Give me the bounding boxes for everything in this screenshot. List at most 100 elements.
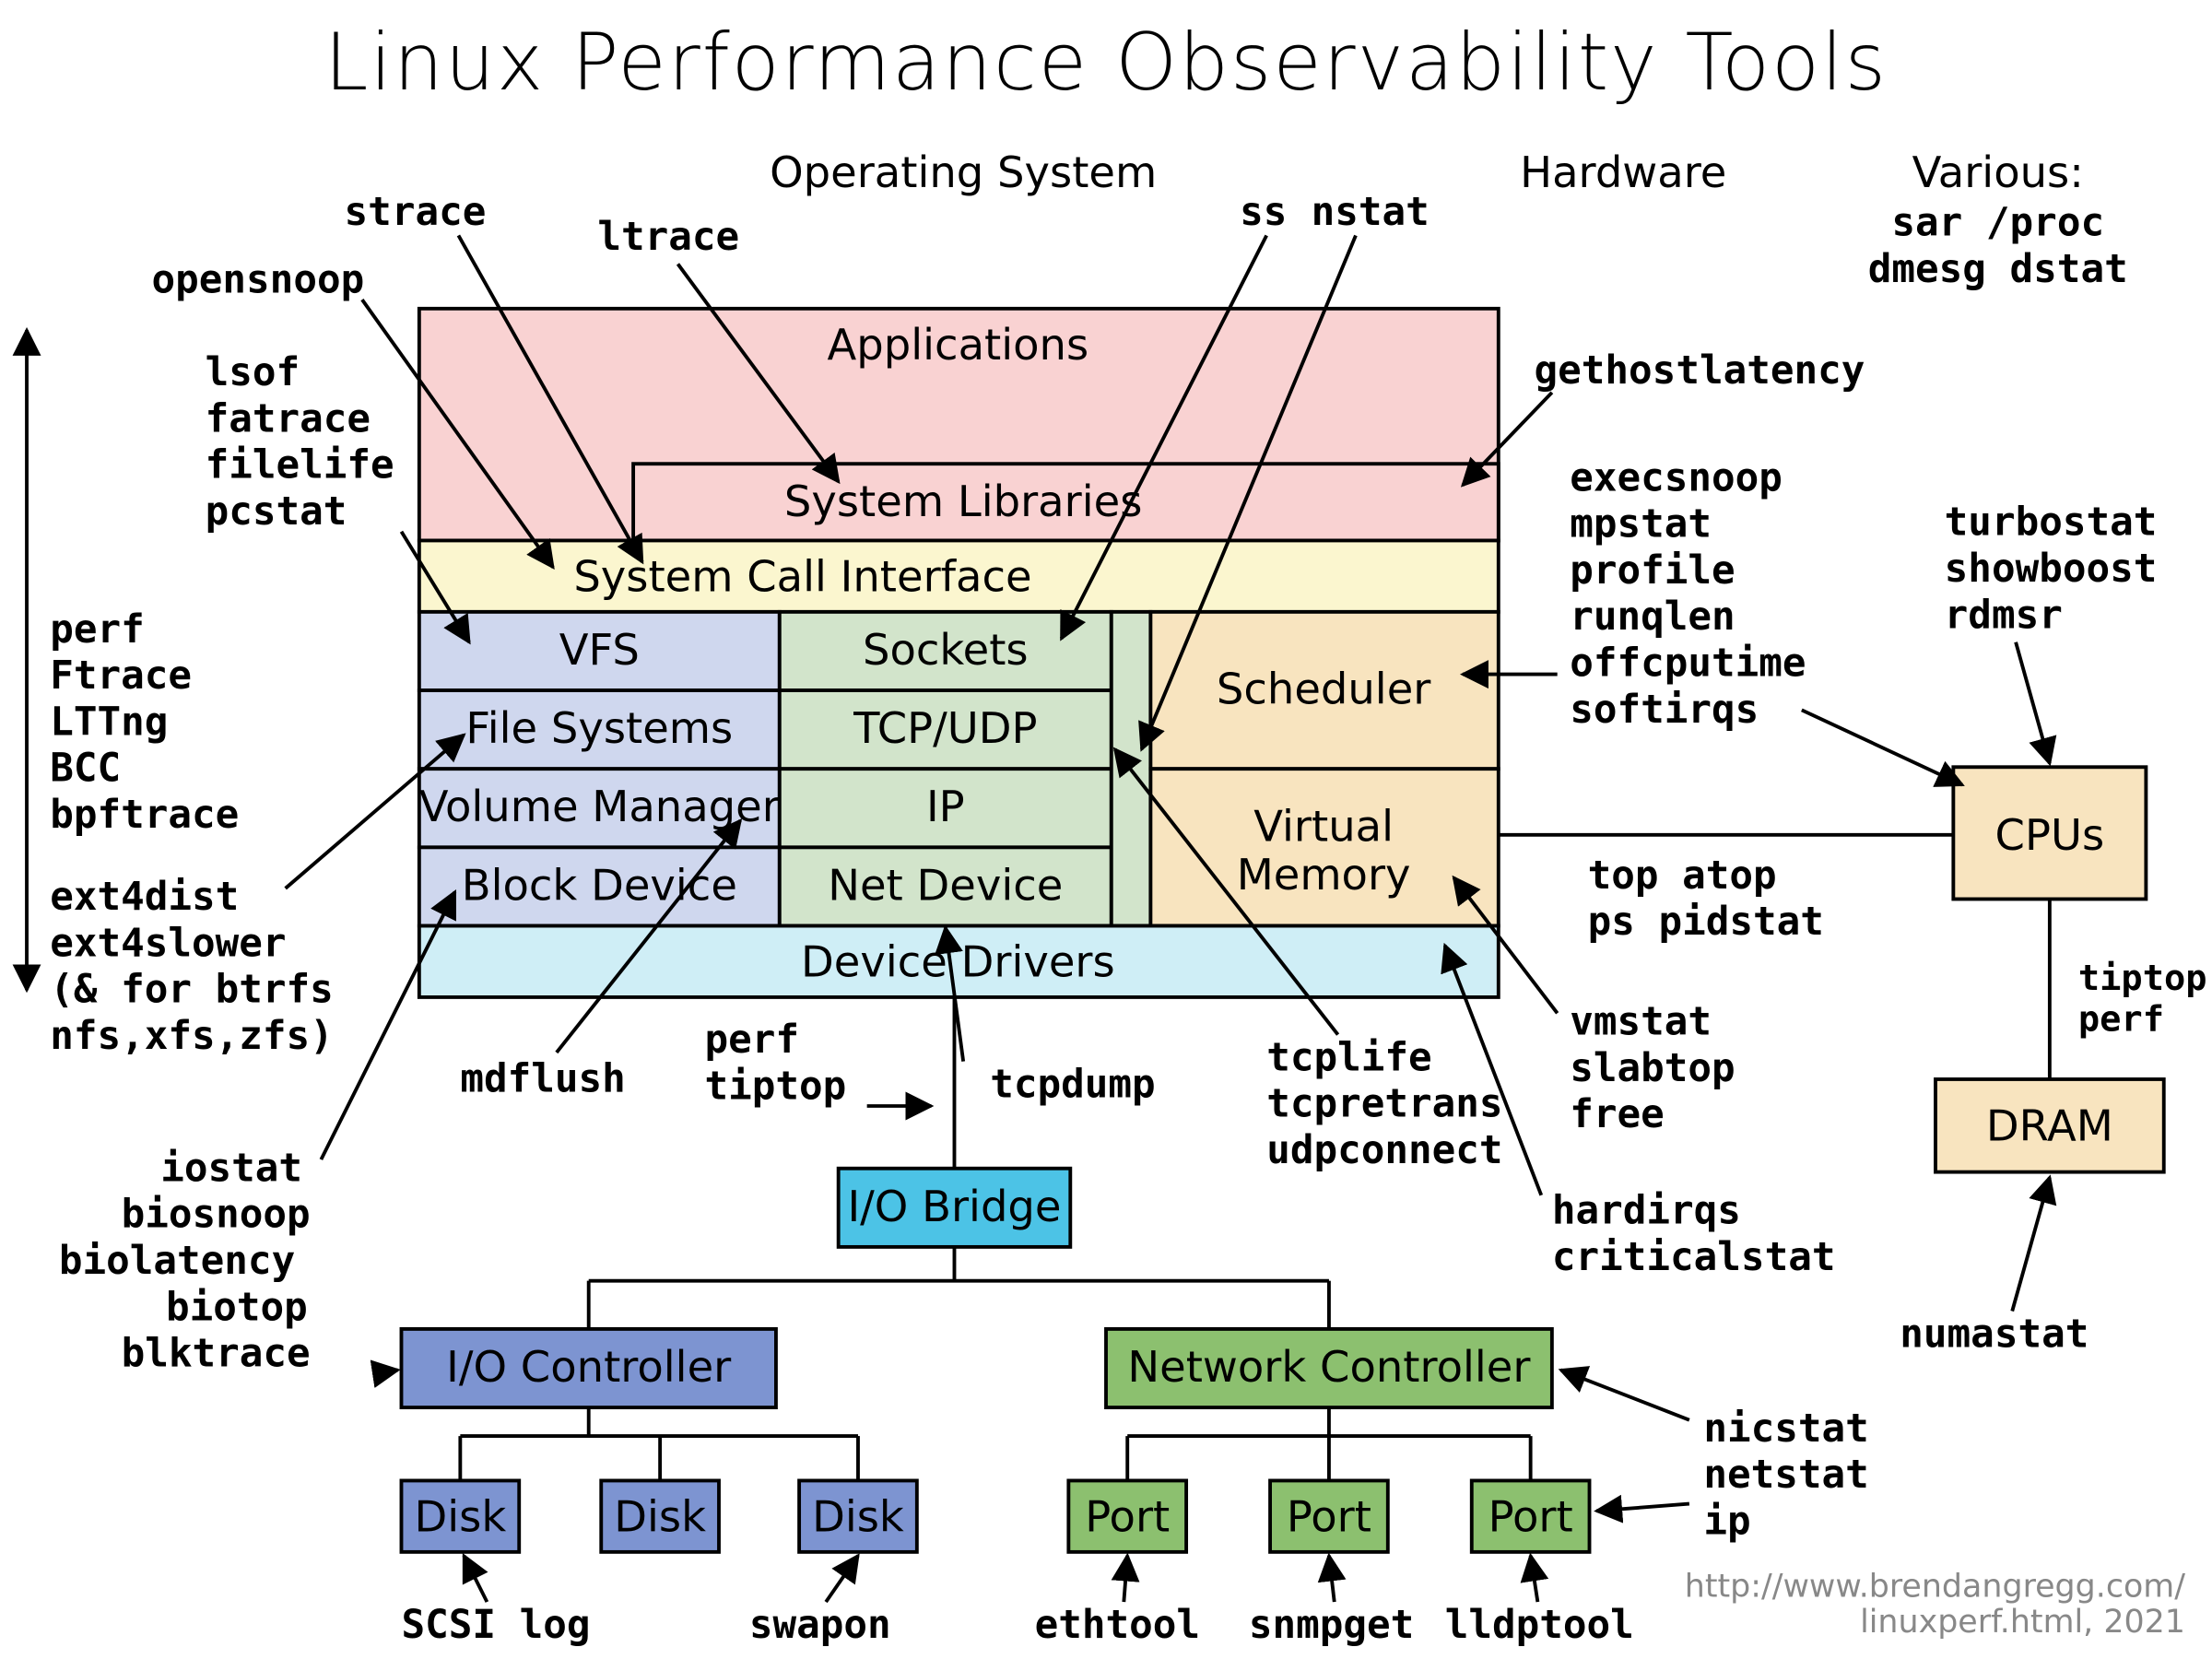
pcstat-label: pcstat — [206, 488, 347, 535]
execsnoop-label: execsnoop — [1570, 454, 1783, 500]
cpus-label: CPUs — [1995, 810, 2105, 860]
sched-to-cpus-arrow — [1802, 710, 1962, 784]
lsof-label: lsof — [206, 349, 300, 395]
netctrl-label: Network Controller — [1127, 1342, 1531, 1392]
port2-label: Port — [1287, 1492, 1371, 1542]
lldptool-label: lldptool — [1445, 1602, 1634, 1648]
ioctrl-label: I/O Controller — [446, 1342, 732, 1392]
footer-line1: http://www.brendangregg.com/ — [1685, 1568, 2185, 1605]
syslibs-label: System Libraries — [784, 477, 1142, 526]
various-line2: dmesg dstat — [1868, 246, 2128, 292]
slabtop-label: slabtop — [1570, 1045, 1735, 1091]
ps-pidstat-label: ps pidstat — [1588, 899, 1824, 945]
io-ctrl-arrow — [374, 1370, 397, 1373]
lttng-label: LTTng — [50, 699, 168, 745]
tcpretrans-label: tcpretrans — [1266, 1081, 1502, 1127]
filelife-label: filelife — [206, 442, 394, 488]
mdflush-label: mdflush — [460, 1056, 625, 1102]
ext4dist-label: ext4dist — [50, 874, 239, 920]
disk3-label: Disk — [812, 1492, 904, 1542]
scheduler-label: Scheduler — [1217, 664, 1431, 713]
blktrace-label: blktrace — [122, 1331, 311, 1377]
sockets-label: Sockets — [863, 625, 1029, 675]
top-atop-label: top atop — [1588, 853, 1777, 899]
runqlen-label: runqlen — [1570, 594, 1735, 640]
snmpget-arrow — [1329, 1556, 1335, 1602]
turbostat-arrow — [2016, 642, 2050, 764]
criticalstat-label: criticalstat — [1552, 1234, 1836, 1280]
netdev-label: Net Device — [828, 860, 1063, 910]
mpstat-label: mpstat — [1570, 501, 1712, 547]
vmem-label2: Memory — [1237, 850, 1411, 900]
ftrace-label: Ftrace — [50, 653, 192, 699]
ss-label: ss — [1240, 189, 1287, 235]
ext4slower-label: ext4slower — [50, 920, 286, 966]
udpconnect-label: udpconnect — [1266, 1127, 1502, 1173]
various-header: Various: — [1912, 147, 2084, 197]
nstat-label: nstat — [1312, 189, 1430, 235]
applications-label: Applications — [828, 320, 1089, 370]
os-header: Operating System — [770, 147, 1157, 197]
swapon-arrow — [826, 1556, 858, 1602]
offcputime-label: offcputime — [1570, 641, 1806, 687]
scsilog-arrow — [464, 1556, 487, 1602]
linux-perf-diagram: Linux Performance Observability Tools Op… — [0, 0, 2212, 1659]
blockdev-label: Block Device — [462, 860, 737, 910]
perf-label: perf — [50, 606, 145, 653]
nicstat-label: nicstat — [1703, 1406, 1868, 1452]
ext4note1-label: (& for btrfs — [50, 967, 334, 1013]
numastat-label: numastat — [1900, 1311, 2088, 1357]
netstat-label: netstat — [1703, 1452, 1868, 1498]
tiptop3-label: tiptop — [2078, 958, 2207, 999]
bpftrace-label: bpftrace — [50, 792, 239, 838]
hardirqs-label: hardirqs — [1552, 1188, 1741, 1234]
footer-line2: linuxperf.html, 2021 — [1860, 1604, 2185, 1641]
iobridge-label: I/O Bridge — [847, 1182, 1061, 1231]
numastat-arrow — [2012, 1177, 2050, 1311]
port1-label: Port — [1085, 1492, 1170, 1542]
free-label: free — [1570, 1091, 1665, 1137]
dram-label: DRAM — [1986, 1101, 2113, 1151]
disk2-label: Disk — [614, 1492, 706, 1542]
profile-label: profile — [1570, 547, 1735, 594]
ethtool-label: ethtool — [1035, 1602, 1200, 1648]
fs-label: File Systems — [465, 703, 733, 753]
biolatency-label: biolatency — [59, 1238, 295, 1284]
biosnoop-label: biosnoop — [122, 1192, 311, 1238]
rdmsr-label: rdmsr — [1945, 592, 2063, 638]
gethostlatency-label: gethostlatency — [1535, 347, 1865, 394]
turbostat-label: turbostat — [1945, 500, 2158, 546]
drivers-label: Device Drivers — [801, 937, 1115, 987]
showboost-label: showboost — [1945, 546, 2158, 592]
snmpget-label: snmpget — [1249, 1602, 1414, 1648]
iptool-label: ip — [1703, 1499, 1750, 1545]
various-line1: sar /proc — [1891, 199, 2104, 245]
ltrace-label: ltrace — [597, 214, 739, 260]
scsilog-label: SCSI log — [401, 1602, 590, 1648]
opensnoop-label: opensnoop — [152, 256, 365, 302]
disk1-label: Disk — [414, 1492, 506, 1542]
tcpdump-label: tcpdump — [990, 1061, 1155, 1107]
io-group-arrow — [321, 892, 454, 1159]
tiptop2-label: tiptop — [705, 1063, 847, 1109]
swapon-label: swapon — [749, 1602, 891, 1648]
perf2-label: perf — [705, 1017, 800, 1063]
hw-header: Hardware — [1520, 147, 1726, 197]
vfs-label: VFS — [559, 625, 640, 675]
nic-arrow2 — [1596, 1504, 1689, 1512]
port3-label: Port — [1488, 1492, 1573, 1542]
page-title: Linux Performance Observability Tools — [324, 18, 1888, 109]
ip-label: IP — [926, 782, 965, 831]
ethtool-arrow — [1124, 1556, 1127, 1602]
biotop-label: biotop — [166, 1284, 308, 1330]
strace-label: strace — [345, 189, 487, 235]
perf3-label: perf — [2078, 999, 2164, 1041]
fatrace-label: fatrace — [206, 395, 371, 441]
vmstat-label: vmstat — [1570, 999, 1712, 1045]
lldptool-arrow — [1531, 1556, 1538, 1602]
tcplife-label: tcplife — [1266, 1034, 1431, 1080]
softirqs-label: softirqs — [1570, 687, 1759, 733]
volmgr-label: Volume Manager — [419, 782, 781, 831]
ext4note2-label: nfs,xfs,zfs) — [50, 1013, 334, 1059]
vmem-label1: Virtual — [1253, 802, 1394, 852]
